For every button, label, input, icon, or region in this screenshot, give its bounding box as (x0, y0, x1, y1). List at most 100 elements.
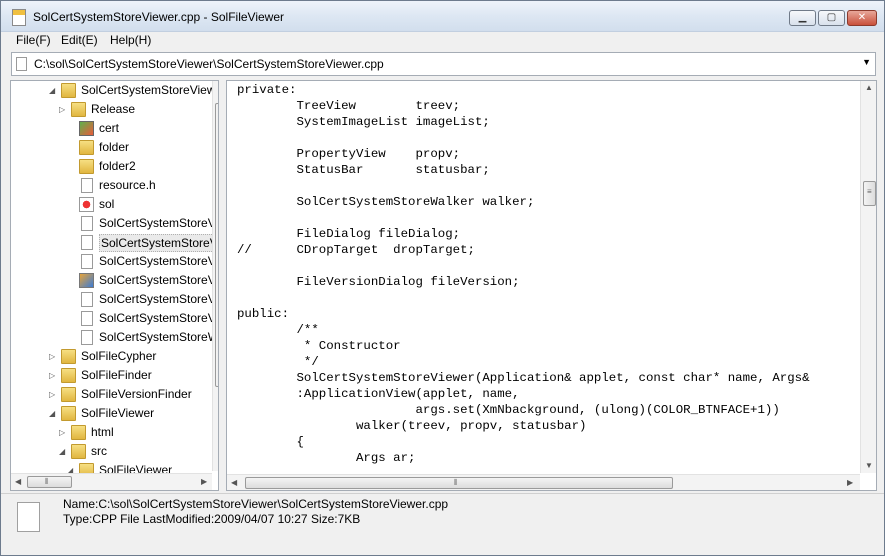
expand-arrow-icon[interactable]: ▷ (59, 100, 69, 119)
tree-item[interactable]: folder (11, 138, 206, 157)
tree-item[interactable]: SolCertSystemStoreV (11, 309, 216, 328)
grip-icon: ≡ (218, 240, 219, 249)
folder-icon (71, 425, 86, 440)
code-line: PropertyView propv; (237, 147, 461, 161)
tree-horizontal-scrollbar[interactable]: ◀ ⦀ ▶ (11, 473, 212, 490)
code-view[interactable]: private: TreeView treev; SystemImageList… (226, 80, 877, 491)
status-file-name: Name:C:\sol\SolCertSystemStoreViewer\Sol… (63, 497, 449, 511)
path-combobox[interactable]: C:\sol\SolCertSystemStoreViewer\SolCertS… (11, 52, 876, 76)
app-icon (12, 9, 26, 26)
code-line: args.set(XmNbackground, (ulong)(COLOR_BT… (237, 403, 780, 417)
tree-item-label: cert (99, 121, 120, 135)
file-icon (81, 178, 93, 193)
maximize-button[interactable]: ▢ (818, 10, 845, 26)
expand-arrow-icon[interactable]: ▷ (59, 423, 69, 442)
tree-item-label: SolCertSystemStoreViewer (81, 83, 219, 97)
folder-icon (61, 368, 76, 383)
code-vertical-scroll-thumb[interactable]: ≡ (863, 181, 876, 206)
tree-vertical-scroll-thumb[interactable]: ≡ (215, 103, 219, 387)
tree-item[interactable]: ▷ html (11, 423, 206, 442)
file-icon (81, 292, 93, 307)
code-line: TreeView treev; (237, 99, 461, 113)
code-text[interactable]: private: TreeView treev; SystemImageList… (237, 82, 810, 466)
tree-item-label: SolCertSystemStoreV (99, 311, 216, 325)
code-line: SolCertSystemStoreViewer(Application& ap… (237, 371, 810, 385)
tree-item[interactable]: sol (11, 195, 206, 214)
code-line: StatusBar statusbar; (237, 163, 490, 177)
scroll-down-arrow-icon[interactable]: ▼ (865, 461, 873, 470)
tree-item[interactable]: ◢ src (11, 442, 206, 461)
tree-item[interactable]: resource.h (11, 176, 206, 195)
tree-item-label: html (91, 425, 114, 439)
scroll-left-arrow-icon[interactable]: ◀ (15, 477, 21, 486)
folder-icon (79, 140, 94, 155)
collapse-arrow-icon[interactable]: ◢ (49, 404, 59, 423)
tree-item-label: folder (99, 140, 130, 154)
chevron-down-icon[interactable]: ▼ (862, 57, 871, 67)
code-horizontal-scrollbar[interactable]: ◀ ⦀ ▶ (227, 474, 860, 490)
code-line: * Constructor (237, 339, 401, 353)
menu-file[interactable]: File(F) (16, 33, 51, 47)
tree-item-label: SolCertSystemStoreV (99, 216, 216, 230)
scroll-right-arrow-icon[interactable]: ▶ (201, 477, 207, 486)
scroll-up-arrow-icon[interactable]: ▲ (865, 83, 873, 92)
file-icon (81, 235, 93, 250)
tree-item[interactable]: cert (11, 119, 206, 138)
menu-bar: File(F) Edit(E) Help(H) (1, 32, 884, 50)
folder-open-icon (61, 83, 76, 98)
expand-arrow-icon[interactable]: ▷ (49, 385, 59, 404)
tree-item[interactable]: ▷ SolFileCypher (11, 347, 206, 366)
grip-icon: ⦀ (454, 478, 458, 487)
code-line: FileDialog fileDialog; (237, 227, 461, 241)
tree-item-label: SolCertSystemStoreW (99, 330, 219, 344)
status-file-info: Type:CPP File LastModified:2009/04/07 10… (63, 512, 361, 526)
file-icon (81, 216, 93, 231)
file-icon (81, 254, 93, 269)
tree-item[interactable]: ▷ Release (11, 100, 206, 119)
menu-help[interactable]: Help(H) (110, 33, 151, 47)
tree-item[interactable]: ◢ SolCertSystemStoreViewer (11, 81, 218, 100)
tree-item[interactable]: SolCertSystemStoreV (11, 252, 216, 271)
code-line: SystemImageList imageList; (237, 115, 490, 129)
folder-icon (61, 387, 76, 402)
minimize-button[interactable]: ▁ (789, 10, 816, 26)
code-vertical-scrollbar[interactable]: ▲ ≡ ▼ (860, 81, 876, 473)
app-window: SolCertSystemStoreViewer.cpp - SolFileVi… (0, 0, 885, 556)
code-line: public: (237, 307, 290, 321)
tree-item[interactable]: SolCertSystemStoreV (11, 290, 216, 309)
grip-icon: ≡ (867, 187, 872, 196)
scroll-left-arrow-icon[interactable]: ◀ (231, 478, 237, 487)
code-line: FileVersionDialog fileVersion; (237, 275, 520, 289)
tree-item[interactable]: ▷ SolFileVersionFinder (11, 385, 206, 404)
close-button[interactable]: ✕ (847, 10, 877, 26)
tree-item[interactable]: folder2 (11, 157, 206, 176)
code-horizontal-scroll-thumb[interactable]: ⦀ (245, 477, 673, 489)
folder-tree[interactable]: ◢ SolCertSystemStoreViewer ▷ Release cert fol… (10, 80, 219, 491)
tree-item-label: SolCertSystemStoreV (99, 254, 216, 268)
scroll-right-arrow-icon[interactable]: ▶ (847, 478, 853, 487)
menu-edit[interactable]: Edit(E) (61, 33, 98, 47)
tree-item[interactable]: SolCertSystemStoreV (11, 233, 218, 252)
grip-icon: ⦀ (45, 477, 49, 486)
code-line: private: (237, 83, 297, 97)
path-value: C:\sol\SolCertSystemStoreViewer\SolCertS… (34, 57, 384, 71)
tree-vertical-scrollbar[interactable]: ▲ ≡ ▼ (212, 81, 219, 471)
tree-item[interactable]: SolCertSystemStoreV (11, 214, 216, 233)
window-title: SolCertSystemStoreViewer.cpp - SolFileVi… (33, 10, 284, 24)
scroll-down-arrow-icon[interactable]: ▼ (217, 461, 218, 470)
collapse-arrow-icon[interactable]: ◢ (49, 81, 59, 100)
tree-item[interactable]: SolCertSystemStoreV (11, 271, 216, 290)
code-line: :ApplicationView(applet, name, (237, 387, 520, 401)
title-bar[interactable]: SolCertSystemStoreViewer.cpp - SolFileVi… (1, 1, 884, 32)
tree-item[interactable]: ▷ SolFileFinder (11, 366, 206, 385)
tree-item[interactable]: ◢ SolFileViewer (11, 404, 206, 423)
expand-arrow-icon[interactable]: ▷ (49, 347, 59, 366)
expand-arrow-icon[interactable]: ▷ (49, 366, 59, 385)
collapse-arrow-icon[interactable]: ◢ (59, 442, 69, 461)
tree-item-label: SolFileCypher (81, 349, 157, 363)
tree-horizontal-scroll-thumb[interactable]: ⦀ (27, 476, 72, 488)
tree-item[interactable]: SolCertSystemStoreW (11, 328, 218, 347)
scroll-up-arrow-icon[interactable]: ▲ (217, 83, 218, 92)
